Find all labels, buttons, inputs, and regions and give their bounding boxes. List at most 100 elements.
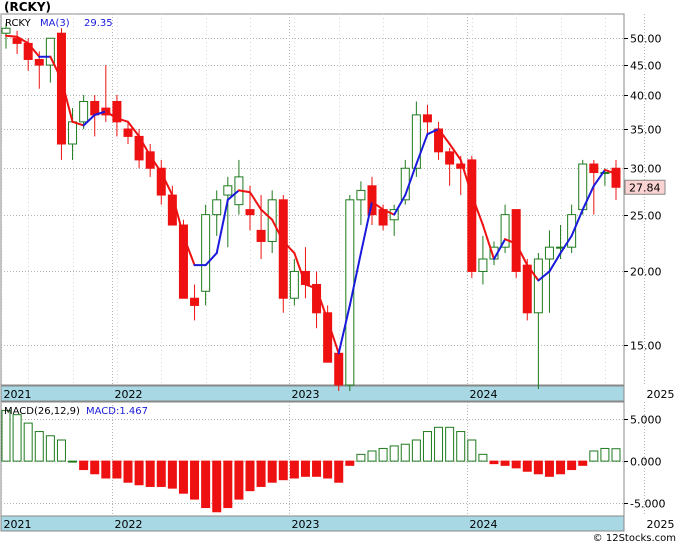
price-x-tick-label: 2024 (470, 388, 498, 401)
macd-bar-negative (134, 460, 144, 486)
macd-bar-negative (223, 460, 233, 509)
macd-bar-negative (145, 460, 155, 487)
macd-bar-positive (34, 431, 44, 462)
macd-bar-negative (334, 460, 344, 483)
macd-bar-negative (345, 460, 355, 466)
macd-bar-negative (578, 460, 588, 466)
price-y-tick-label: 25.00 (630, 210, 662, 223)
candle-body-down (522, 264, 532, 314)
macd-bar-positive (378, 447, 388, 462)
price-x-tick-label: 2022 (115, 388, 143, 401)
macd-x-tick-label: 2024 (470, 518, 498, 531)
macd-y-tick-label: -5.000 (630, 498, 665, 511)
candle-body-up (223, 185, 233, 196)
macd-bar-negative (79, 460, 89, 471)
macd-bar-positive (23, 422, 33, 462)
macd-bar-positive (389, 445, 399, 462)
candle-body-up (356, 189, 366, 201)
macd-legend-label: MACD(26,12,9) (4, 406, 80, 417)
macd-bar-negative (500, 460, 510, 466)
candle-body-up (289, 270, 299, 299)
candle-body-down (278, 199, 288, 299)
candle-body-up (79, 100, 89, 123)
macd-bar-negative (556, 460, 566, 475)
macd-bar-negative (245, 460, 255, 492)
macd-y-tick-label: 5.000 (630, 414, 662, 427)
macd-bar-positive (367, 450, 377, 462)
footer-credit: © 12Stocks.com (592, 533, 676, 544)
candle-body-down (167, 194, 177, 226)
price-legend-ma-value: 29.35 (84, 18, 113, 29)
macd-bar-positive (478, 453, 488, 462)
candle-body-down (467, 159, 477, 272)
macd-bar-negative (190, 460, 200, 500)
macd-bar-negative (212, 460, 222, 513)
macd-bar-negative (300, 460, 310, 477)
candle-body-down (589, 163, 599, 174)
macd-bar-positive (589, 450, 599, 462)
macd-bar-negative (90, 460, 100, 475)
macd-bar-positive (434, 426, 444, 462)
macd-bar-negative (156, 460, 166, 487)
macd-x-tick-label: 2023 (292, 518, 320, 531)
candle-body-up (68, 121, 78, 145)
macd-bar-negative (289, 460, 299, 479)
macd-bar-negative (256, 460, 266, 487)
candle-body-down (34, 58, 44, 66)
macd-bar-negative (178, 460, 188, 494)
macd-bar-negative (312, 460, 322, 477)
price-y-tick-label: 45.00 (630, 60, 662, 73)
macd-bar-positive (467, 439, 477, 462)
macd-bar-positive (68, 460, 78, 463)
macd-bar-negative (112, 460, 122, 479)
macd-bar-positive (1, 409, 11, 462)
macd-legend-value: MACD:1.467 (86, 406, 148, 417)
price-x-tick-label: 2021 (4, 388, 32, 401)
candle-body-down (123, 128, 133, 137)
stock-chart: 2021 2021 2022 2022 2023 2023 2024 2024 2025 2025… (0, 13, 675, 532)
macd-bar-negative (489, 460, 499, 465)
last-price-label: 27.84 (629, 181, 661, 194)
price-legend-ticker: RCKY (5, 18, 32, 29)
candle-body-up (1, 27, 11, 34)
macd-bar-negative (101, 460, 111, 479)
price-y-tick-label: 40.00 (630, 90, 662, 103)
macd-bar-positive (611, 448, 621, 462)
macd-bar-negative (123, 460, 133, 483)
macd-bar-negative (201, 460, 211, 509)
candle-body-up (478, 258, 488, 272)
price-legend-ma-label: MA(3) (40, 18, 70, 29)
macd-bar-positive (600, 447, 610, 462)
price-x-tick-label: 2023 (292, 388, 320, 401)
macd-bar-positive (445, 426, 455, 462)
macd-bar-negative (567, 460, 577, 471)
price-panel-frame (0, 13, 625, 386)
candle-body-down (90, 100, 100, 116)
candle-body-up (201, 214, 211, 292)
candle-body-up (411, 114, 421, 169)
macd-bar-positive (56, 439, 66, 462)
macd-bar-positive (411, 439, 421, 462)
price-y-tick-label: 20.00 (630, 266, 662, 279)
price-y-tick-label: 35.00 (630, 124, 662, 137)
candle-body-up (533, 258, 543, 314)
candle-body-down (334, 352, 344, 386)
macd-bar-negative (511, 460, 521, 469)
price-y-tick-label: 50.00 (630, 33, 662, 46)
macd-bar-positive (45, 435, 55, 462)
macd-x-tick-label: 2022 (115, 518, 143, 531)
macd-bar-negative (323, 460, 333, 479)
candle-body-down (256, 229, 266, 242)
candle-body-down (611, 167, 621, 188)
ma-line-segment (5, 34, 19, 38)
macd-bar-positive (422, 431, 432, 462)
candle-body-up (212, 199, 222, 216)
price-y-tick-label: 15.00 (630, 340, 662, 353)
macd-bar-positive (456, 431, 466, 462)
macd-y-tick-label: 0.000 (630, 456, 662, 469)
candle-body-up (544, 246, 554, 260)
candle-body-down (190, 297, 200, 306)
macd-bar-negative (267, 460, 277, 483)
candle-body-down (422, 114, 432, 123)
macd-bar-positive (400, 443, 410, 462)
